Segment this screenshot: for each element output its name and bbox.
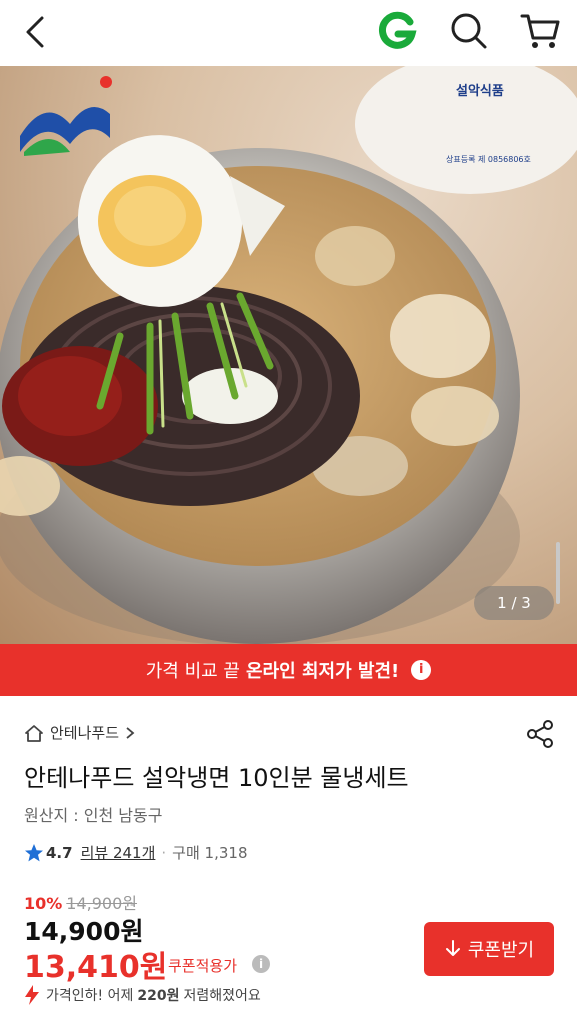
product-origin: 원산지 : 인천 남동구	[24, 806, 163, 825]
info-icon[interactable]: i	[252, 955, 270, 973]
brand-logo	[20, 76, 112, 156]
brand-name: 설악식품	[456, 84, 504, 99]
drop-note-suffix: 저렴해졌어요	[183, 988, 261, 1004]
image-scrollbar	[556, 542, 560, 604]
cart-icon[interactable]	[518, 10, 562, 52]
rating-row: 4.7 리뷰 241개 · 구매 1,318	[24, 842, 247, 863]
store-name: 안테나푸드	[50, 724, 120, 742]
image-pager: 1 / 3	[474, 586, 554, 620]
review-link[interactable]: 리뷰 241개	[81, 842, 156, 863]
lowest-price-banner[interactable]: 가격 비교 끝 온라인 최저가 발견! i	[0, 644, 577, 696]
g-logo-icon[interactable]	[376, 10, 418, 52]
brand-registration: 상표등록 제 0856806호	[446, 155, 531, 164]
lightning-icon	[25, 985, 39, 1005]
drop-note-prefix: 가격인하! 어제	[46, 988, 134, 1004]
home-icon	[25, 724, 43, 742]
share-icon[interactable]	[524, 718, 556, 750]
banner-highlight: 온라인 최저가 발견!	[246, 661, 400, 682]
star-icon	[25, 843, 43, 861]
drop-note-amount: 220원	[137, 988, 180, 1004]
store-link[interactable]: 안테나푸드	[24, 722, 135, 743]
chevron-left-icon[interactable]	[18, 12, 54, 52]
info-icon[interactable]: i	[411, 660, 432, 680]
separator-dot: ·	[161, 843, 167, 862]
get-coupon-label: 쿠폰받기	[467, 940, 535, 961]
coupon-price-label: 쿠폰적용가	[168, 957, 238, 975]
original-price: 14,900원	[66, 894, 138, 913]
top-bar	[0, 0, 577, 66]
coupon-price: 13,410원	[24, 950, 168, 985]
rating-score: 4.7	[46, 843, 73, 862]
download-icon	[445, 940, 460, 956]
discount-row: 10% 14,900원	[24, 890, 137, 914]
banner-prefix: 가격 비교 끝	[145, 661, 240, 682]
product-title: 안테나푸드 설악냉면 10인분 물냉세트	[24, 764, 409, 792]
search-icon[interactable]	[448, 10, 490, 52]
discount-rate: 10%	[24, 894, 63, 913]
purchase-count: 구매 1,318	[172, 844, 248, 862]
price-drop-note: 가격인하! 어제 220원 저렴해졌어요	[22, 984, 261, 1006]
product-image[interactable]: 설악식품 상표등록 제 0856806호 1 / 3	[0, 66, 577, 644]
get-coupon-button[interactable]: 쿠폰받기	[424, 922, 554, 976]
chevron-right-icon	[126, 726, 135, 739]
